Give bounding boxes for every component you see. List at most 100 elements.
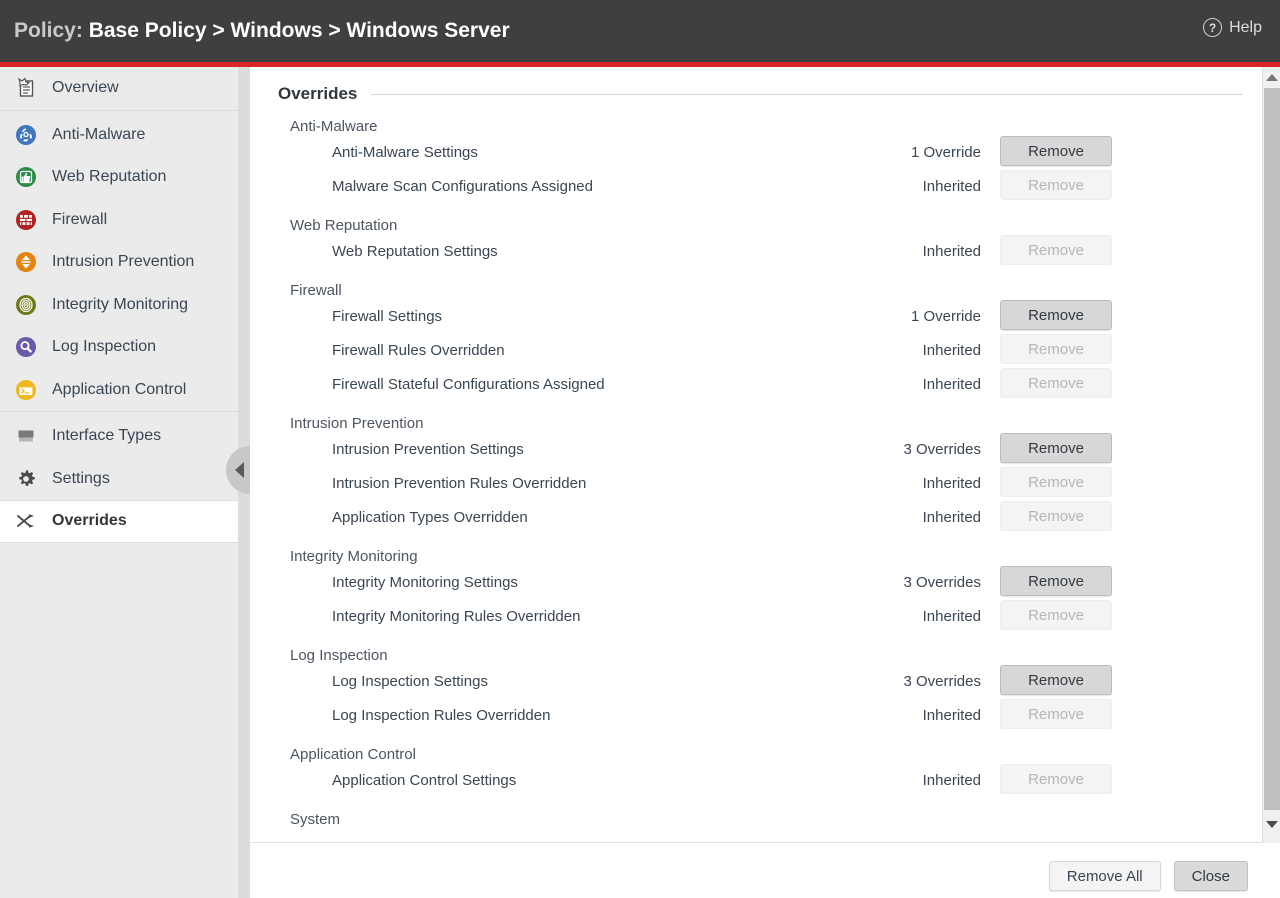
sidebar-item-overview[interactable]: Overview	[0, 67, 238, 110]
remove-button[interactable]: Remove	[1000, 433, 1112, 463]
override-row: Anti-Malware Settings 1 Override Remove	[332, 135, 1262, 169]
triangle-up-icon	[1266, 74, 1278, 81]
remove-all-button[interactable]: Remove All	[1049, 861, 1161, 891]
row-label: Intrusion Prevention Settings	[332, 441, 524, 458]
override-row: Firewall Rules Overridden Inherited Remo…	[332, 333, 1262, 367]
row-status: Inherited	[889, 772, 981, 789]
help-button[interactable]: ? Help	[1203, 18, 1262, 37]
sidebar-item-label: Settings	[52, 470, 110, 488]
override-row: Firewall Stateful Configurations Assigne…	[332, 367, 1262, 401]
remove-button[interactable]: Remove	[1000, 566, 1112, 596]
remove-button: Remove	[1000, 501, 1112, 531]
remove-button: Remove	[1000, 699, 1112, 729]
sidebar-item-intrusion-prevention[interactable]: Intrusion Prevention	[0, 241, 238, 284]
scrollbar-thumb[interactable]	[1264, 88, 1280, 810]
sidebar-item-label: Web Reputation	[52, 168, 166, 186]
chevron-left-icon	[235, 462, 244, 478]
fingerprint-icon	[14, 293, 38, 317]
row-status: Inherited	[889, 707, 981, 724]
sidebar-item-label: Overview	[52, 79, 119, 97]
row-label: Malware Scan Configurations Assigned	[332, 178, 593, 195]
biohazard-icon	[14, 123, 38, 147]
row-label: Web Reputation Settings	[332, 243, 498, 260]
row-label: Firewall Rules Overridden	[332, 342, 505, 359]
gear-icon	[14, 467, 38, 491]
magnifier-icon	[14, 335, 38, 359]
override-row: Web Reputation Settings Inherited Remove	[332, 234, 1262, 268]
row-label: Firewall Settings	[332, 308, 442, 325]
override-row: Intrusion Prevention Rules Overridden In…	[332, 466, 1262, 500]
vertical-scrollbar[interactable]	[1262, 67, 1280, 843]
remove-button: Remove	[1000, 334, 1112, 364]
scroll-down-button[interactable]	[1263, 816, 1280, 833]
override-row: Integrity Monitoring Settings 3 Override…	[332, 565, 1262, 599]
sidebar-item-log-inspection[interactable]: Log Inspection	[0, 326, 238, 369]
override-row: Log Inspection Rules Overridden Inherite…	[332, 698, 1262, 732]
row-status: Inherited	[889, 376, 981, 393]
main-content: Overrides Anti-Malware Anti-Malware Sett…	[250, 67, 1280, 898]
overrides-scroll-area: Overrides Anti-Malware Anti-Malware Sett…	[250, 67, 1262, 843]
row-label: Anti-Malware Settings	[332, 144, 478, 161]
row-label: Application Control Settings	[332, 772, 516, 789]
row-status: Inherited	[889, 608, 981, 625]
sidebar-group-config: Interface Types Settings	[0, 412, 238, 543]
remove-button: Remove	[1000, 235, 1112, 265]
row-status: Inherited	[889, 342, 981, 359]
sidebar-item-overrides[interactable]: Overrides	[0, 500, 238, 543]
row-label: Firewall Stateful Configurations Assigne…	[332, 376, 605, 393]
section-rule	[371, 94, 1243, 95]
group-title: Web Reputation	[290, 217, 1262, 234]
help-label: Help	[1229, 19, 1262, 37]
console-prompt-icon	[14, 378, 38, 402]
remove-button: Remove	[1000, 368, 1112, 398]
sidebar-item-interface-types[interactable]: Interface Types	[0, 415, 238, 458]
row-status: Inherited	[889, 509, 981, 526]
close-button[interactable]: Close	[1174, 861, 1248, 891]
sidebar-item-label: Intrusion Prevention	[52, 253, 194, 271]
sidebar-item-label: Anti-Malware	[52, 126, 145, 144]
row-status: Inherited	[889, 178, 981, 195]
up-down-arrows-icon	[14, 250, 38, 274]
row-status: 3 Overrides	[889, 441, 981, 458]
sidebar-item-application-control[interactable]: Application Control	[0, 369, 238, 412]
sidebar-item-firewall[interactable]: Firewall	[0, 199, 238, 242]
triangle-down-icon	[1266, 821, 1278, 828]
dialog-footer: Remove All Close	[250, 844, 1280, 898]
sidebar-item-label: Interface Types	[52, 427, 161, 445]
row-status: 1 Override	[889, 308, 981, 325]
override-row: Intrusion Prevention Settings 3 Override…	[332, 432, 1262, 466]
override-row: Malware Scan Configurations Assigned Inh…	[332, 169, 1262, 203]
override-row: Application Control Settings Inherited R…	[332, 763, 1262, 797]
remove-button[interactable]: Remove	[1000, 136, 1112, 166]
row-label: Integrity Monitoring Rules Overridden	[332, 608, 580, 625]
sidebar-item-web-reputation[interactable]: Web Reputation	[0, 156, 238, 199]
sidebar-item-label: Integrity Monitoring	[52, 296, 188, 314]
row-status: Inherited	[889, 475, 981, 492]
question-circle-icon: ?	[1203, 18, 1222, 37]
scroll-up-button[interactable]	[1263, 69, 1280, 86]
override-row: Application Types Overridden Inherited R…	[332, 500, 1262, 534]
brick-wall-icon	[14, 208, 38, 232]
overview-document-icon	[14, 76, 38, 100]
policy-overrides-window: Policy: Base Policy > Windows > Windows …	[0, 0, 1280, 898]
remove-button[interactable]: Remove	[1000, 300, 1112, 330]
network-chip-icon	[14, 424, 38, 448]
group-title: Application Control	[290, 746, 1262, 763]
breadcrumb: Base Policy > Windows > Windows Server	[89, 19, 510, 42]
thumbs-up-icon	[14, 165, 38, 189]
group-title: Log Inspection	[290, 647, 1262, 664]
sidebar-item-integrity-monitoring[interactable]: Integrity Monitoring	[0, 284, 238, 327]
sidebar-item-settings[interactable]: Settings	[0, 458, 238, 501]
sidebar-group-modules: Anti-Malware Web Reputation	[0, 111, 238, 412]
scrollbar-bottom-filler	[1262, 843, 1280, 898]
row-label: Intrusion Prevention Rules Overridden	[332, 475, 586, 492]
row-status: 1 Override	[889, 144, 981, 161]
group-title: Integrity Monitoring	[290, 548, 1262, 565]
sidebar-item-label: Overrides	[52, 512, 127, 530]
section-header: Overrides	[278, 84, 1243, 104]
section-title: Overrides	[278, 84, 357, 104]
override-row: Integrity Monitoring Rules Overridden In…	[332, 599, 1262, 633]
remove-button[interactable]: Remove	[1000, 665, 1112, 695]
override-row: Log Inspection Settings 3 Overrides Remo…	[332, 664, 1262, 698]
sidebar-item-anti-malware[interactable]: Anti-Malware	[0, 114, 238, 157]
